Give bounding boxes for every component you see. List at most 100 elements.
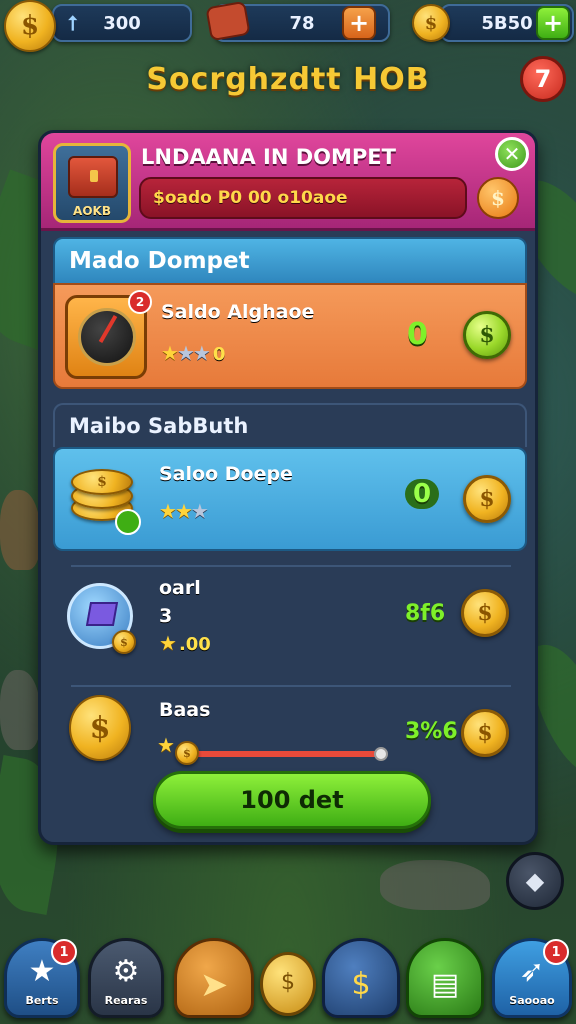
balance-item-card-2[interactable]: $ oarl 3 ★ .00 8f6 $ bbox=[53, 573, 527, 677]
star-icon: ★ bbox=[174, 499, 193, 523]
notification-badge: 1 bbox=[51, 939, 77, 965]
star-icon: ★ bbox=[190, 499, 209, 523]
item-title: oarl bbox=[159, 577, 201, 599]
buy-coin-button[interactable]: $ bbox=[461, 709, 509, 757]
divider bbox=[71, 565, 511, 567]
nav-button-rearas[interactable]: ⚙ Rearas bbox=[88, 938, 164, 1018]
star-icon: ★ bbox=[159, 499, 177, 523]
coins-value: 5B50 bbox=[481, 12, 533, 34]
item-price: 3%6 bbox=[405, 719, 458, 744]
add-coins-button[interactable]: + bbox=[536, 6, 570, 40]
gem-shape bbox=[85, 602, 119, 626]
item-subtitle: 3 bbox=[159, 605, 173, 627]
star-rating: ★★★ bbox=[159, 499, 209, 523]
gems-value: 300 bbox=[103, 12, 141, 34]
compass-icon: 2 bbox=[65, 290, 152, 379]
item-price: 0 bbox=[407, 317, 428, 352]
divider bbox=[71, 685, 511, 687]
buy-coin-button[interactable]: $ bbox=[461, 589, 509, 637]
section-heading-wallet: Mado Dompet bbox=[53, 237, 527, 285]
section-heading-text: Maibo SabButh bbox=[69, 414, 249, 438]
wallet-panel: AOKB LNDAANA IN DOMPET ✕ $oado P0 00 o10… bbox=[38, 130, 538, 845]
item-price: 0 bbox=[405, 479, 440, 509]
panel-header: AOKB LNDAANA IN DOMPET ✕ $oado P0 00 o10… bbox=[41, 133, 535, 231]
nav-label: Berts bbox=[25, 994, 59, 1007]
corner-action-button[interactable]: 7 bbox=[520, 56, 566, 102]
energy-value: 78 bbox=[289, 12, 315, 34]
nav-label: Saooao bbox=[509, 994, 555, 1007]
amount-slider[interactable] bbox=[191, 747, 388, 761]
item-badge: 2 bbox=[128, 290, 152, 314]
gems-counter: ⭡ 300 bbox=[52, 4, 192, 42]
nav-button-saooao[interactable]: ➶ Saooao 1 bbox=[492, 938, 572, 1018]
star-icon: ★ bbox=[28, 954, 56, 989]
gold-coin-icon: $ bbox=[4, 0, 56, 52]
star-value: .00 bbox=[178, 634, 211, 655]
buy-coin-button[interactable]: $ bbox=[463, 311, 511, 359]
star-icon: ★ bbox=[161, 341, 179, 365]
balance-coin-icon[interactable]: $ bbox=[477, 177, 519, 219]
coin-icon: $ bbox=[351, 967, 371, 1002]
rocket-icon: ➶ bbox=[519, 954, 545, 989]
balance-item-card-3[interactable]: $ Baas ★ 3%6 $ bbox=[53, 689, 527, 769]
plus-badge-icon bbox=[115, 509, 141, 535]
map-icon: ◆ bbox=[525, 867, 545, 895]
nav-button-coins[interactable]: $ bbox=[260, 952, 316, 1016]
nav-button-berts[interactable]: ★ Berts 1 bbox=[4, 938, 80, 1018]
star-rating: ★★★ 0 bbox=[161, 341, 225, 365]
arrow-icon: ➤ bbox=[199, 965, 229, 1005]
buy-coin-button[interactable]: $ bbox=[463, 475, 511, 523]
star-rating: ★ bbox=[157, 733, 175, 757]
crate-decoration bbox=[0, 490, 40, 570]
item-price: 8f6 bbox=[405, 601, 446, 626]
item-title: Saloo Doepe bbox=[159, 463, 293, 485]
arrow-up-icon: ⭡ bbox=[68, 11, 78, 35]
balance-item-card-1[interactable]: $ Saloo Doepe ★★★ 0 $ bbox=[53, 447, 527, 551]
confirm-button-label: 100 det bbox=[240, 786, 344, 814]
balance-text: $oado P0 00 o10aoe bbox=[153, 188, 348, 208]
treasure-chest-icon: AOKB bbox=[53, 143, 131, 223]
nav-button-shop[interactable]: $ bbox=[322, 938, 400, 1018]
coin-stack-icon: $ bbox=[281, 970, 295, 995]
card-icon: ▤ bbox=[430, 967, 460, 1002]
gem-key-icon: $ bbox=[67, 583, 136, 654]
star-icon: ★ bbox=[159, 631, 177, 655]
section-heading-text: Mado Dompet bbox=[69, 248, 250, 274]
rock-decoration bbox=[0, 670, 40, 750]
slider-knob[interactable] bbox=[374, 747, 388, 761]
chest-label: AOKB bbox=[73, 204, 111, 218]
add-energy-button[interactable]: + bbox=[342, 6, 376, 40]
bottom-navigation: ★ Berts 1 ⚙ Rearas ➤ $ $ ▤ ➶ Saooao 1 bbox=[0, 932, 576, 1024]
nav-button-cards[interactable]: ▤ bbox=[406, 938, 484, 1018]
balance-bar: $oado P0 00 o10aoe bbox=[139, 177, 467, 219]
rock-decoration bbox=[380, 860, 490, 910]
coin-layer: $ bbox=[71, 469, 133, 495]
gear-icon: ⚙ bbox=[112, 954, 140, 989]
hub-title: Socrghzdtt HOB bbox=[146, 62, 430, 97]
gold-coin-icon: $ bbox=[69, 695, 131, 761]
notification-badge: 1 bbox=[543, 939, 569, 965]
item-title: Saldo Alghaoe bbox=[161, 301, 315, 323]
side-action-button[interactable]: ◆ bbox=[506, 852, 564, 910]
star-value: 0 bbox=[212, 344, 226, 365]
section-heading-balance: Maibo SabButh bbox=[53, 403, 527, 447]
close-button[interactable]: ✕ bbox=[495, 137, 529, 171]
star-icon: ★ bbox=[176, 341, 195, 365]
ticket-icon bbox=[205, 0, 251, 42]
item-title: Baas bbox=[159, 699, 211, 721]
chest-box bbox=[68, 156, 118, 198]
star-rating: ★ .00 bbox=[159, 631, 211, 655]
slider-fill bbox=[191, 751, 381, 757]
nav-label: Rearas bbox=[104, 994, 148, 1007]
resource-bar: ⭡ 300 $ 78 + 5B50 $ + bbox=[0, 0, 576, 52]
star-icon: ★ bbox=[192, 341, 211, 365]
coin-icon: $ bbox=[412, 4, 450, 42]
wallet-item-card[interactable]: 2 Saldo Alghaoe ★★★ 0 0 $ bbox=[53, 283, 527, 389]
coin-stack-icon: $ bbox=[67, 465, 141, 535]
nav-button-play[interactable]: ➤ bbox=[174, 938, 254, 1018]
compass-dial bbox=[78, 308, 136, 366]
star-icon: ★ bbox=[157, 733, 175, 757]
panel-title: LNDAANA IN DOMPET bbox=[141, 145, 396, 169]
slider-coin-icon: $ bbox=[175, 741, 199, 765]
confirm-button[interactable]: 100 det bbox=[153, 771, 431, 829]
